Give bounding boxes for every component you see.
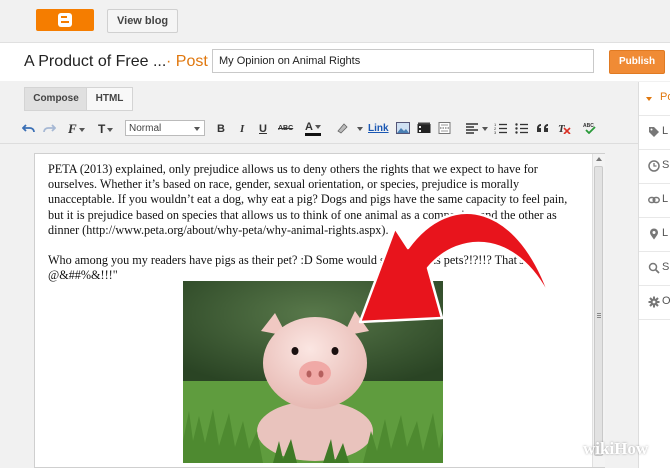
redo-icon[interactable]	[42, 122, 56, 134]
publish-button[interactable]: Publish	[609, 50, 665, 74]
post-title-input[interactable]: My Opinion on Animal Rights	[212, 49, 594, 73]
caret-down-icon	[646, 97, 652, 101]
clock-icon	[648, 160, 660, 172]
post-label: · Post	[166, 53, 208, 70]
view-blog-button[interactable]: View blog	[107, 9, 179, 33]
undo-icon[interactable]	[22, 122, 36, 134]
align-dropdown-icon[interactable]	[480, 120, 488, 138]
jump-break-icon[interactable]	[438, 122, 452, 134]
link-chain-icon	[648, 196, 660, 204]
sidebar-item-post-settings[interactable]: Po	[639, 82, 670, 116]
svg-text:3: 3	[494, 130, 497, 134]
underline-button[interactable]: U	[259, 120, 267, 138]
svg-text:ABC: ABC	[583, 123, 594, 129]
sidebar-item-schedule[interactable]: S	[639, 150, 670, 184]
label-tag-icon	[649, 127, 659, 137]
clear-formatting-icon[interactable]: T	[557, 122, 571, 134]
post-body[interactable]: PETA (2013) explained, only prejudice al…	[48, 162, 578, 298]
sidebar-item-permalink[interactable]: L	[639, 184, 670, 218]
gear-icon	[648, 296, 660, 308]
highlight-dropdown-icon[interactable]	[355, 120, 363, 138]
font-family-button[interactable]: F	[68, 120, 85, 138]
bold-button[interactable]: B	[217, 120, 225, 138]
link-button[interactable]: Link	[368, 120, 389, 138]
tab-compose[interactable]: Compose	[24, 87, 88, 111]
bullet-list-icon[interactable]	[515, 122, 529, 134]
location-pin-icon	[650, 228, 658, 240]
strikethrough-button[interactable]: ABC	[278, 120, 293, 138]
sidebar-item-options[interactable]: O	[639, 286, 670, 320]
blog-name[interactable]: A Product of Free ...	[24, 53, 166, 71]
piglet-illustration	[183, 281, 443, 463]
formatting-toolbar: F T Normal B I U ABC A Link 123 T ABC	[0, 115, 638, 144]
text-color-button[interactable]: A	[305, 120, 321, 136]
sidebar-item-labels[interactable]: L	[639, 116, 670, 150]
italic-button[interactable]: I	[240, 120, 244, 138]
sidebar-item-search-description[interactable]: S	[639, 252, 670, 286]
spellcheck-icon[interactable]: ABC	[583, 122, 597, 134]
wikihow-watermark: wikiHow	[583, 439, 649, 458]
numbered-list-icon[interactable]: 123	[494, 122, 508, 134]
blogger-logo-icon[interactable]	[36, 9, 94, 31]
highlight-icon[interactable]	[335, 122, 349, 134]
paragraph-1[interactable]: PETA (2013) explained, only prejudice al…	[48, 162, 578, 238]
paragraph-2[interactable]: Who among you my readers have pigs as th…	[48, 253, 578, 283]
quote-icon[interactable]	[536, 122, 550, 134]
video-icon[interactable]	[417, 122, 431, 134]
scrollbar-thumb[interactable]	[594, 166, 603, 456]
search-icon	[648, 262, 660, 274]
format-select[interactable]: Normal	[125, 120, 205, 136]
sidebar-item-location[interactable]: L	[639, 218, 670, 252]
editor-scrollbar[interactable]	[592, 154, 605, 467]
align-icon[interactable]	[465, 122, 479, 134]
mode-bar: Compose HTML	[0, 82, 638, 114]
piglet-photo[interactable]	[183, 281, 443, 463]
top-bar: View blog	[0, 0, 670, 43]
image-icon[interactable]	[396, 122, 410, 134]
post-settings-sidebar: Po L S L L S O	[638, 82, 670, 468]
font-size-button[interactable]: T	[98, 120, 114, 138]
tab-html[interactable]: HTML	[86, 87, 133, 111]
scroll-up-arrow-icon[interactable]	[596, 157, 602, 161]
